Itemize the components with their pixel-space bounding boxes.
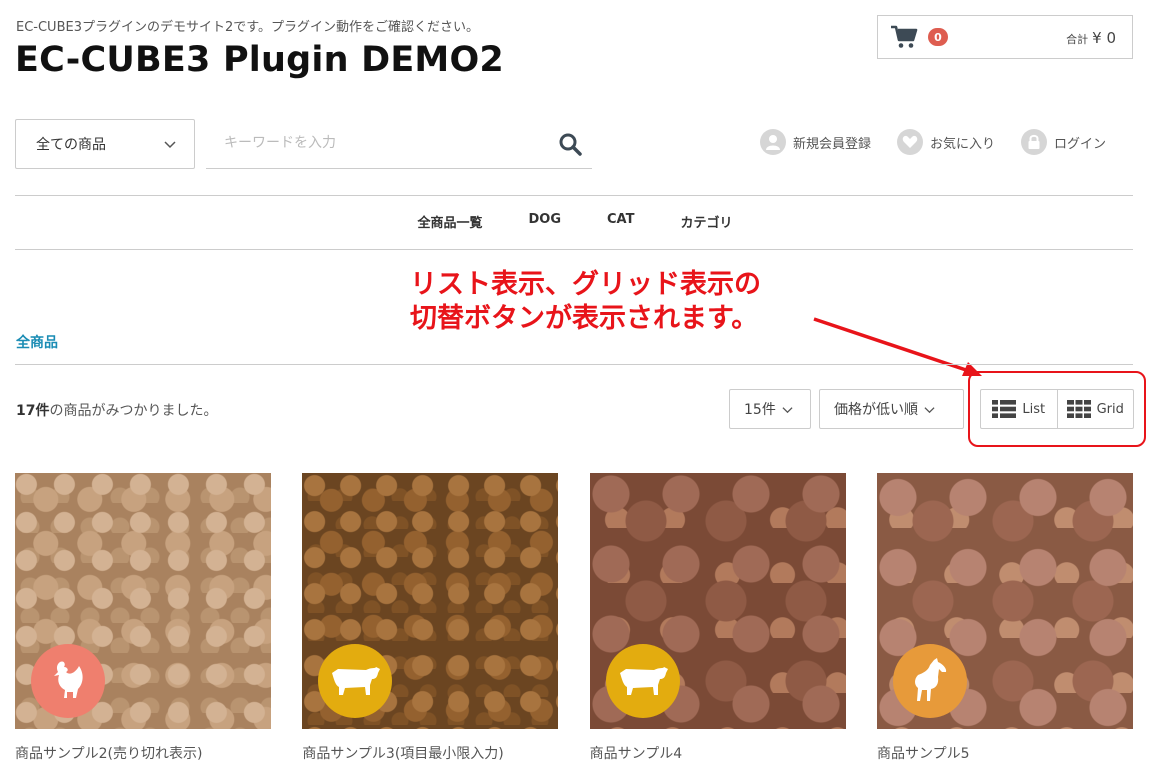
- heart-icon: [897, 129, 924, 155]
- result-count: 17件の商品がみつかりました。: [16, 400, 217, 420]
- grid-view-label: Grid: [1096, 401, 1124, 417]
- chevron-down-icon: [924, 406, 935, 413]
- signup-label: 新規会員登録: [793, 136, 872, 152]
- product-name[interactable]: 商品サンプル5: [877, 743, 1133, 760]
- divider: [15, 364, 1133, 365]
- product-card[interactable]: 商品サンプル4: [589, 473, 846, 760]
- chevron-down-icon: [164, 141, 176, 149]
- list-view-icon: [992, 400, 1017, 418]
- grid-view-icon: [1066, 400, 1091, 418]
- search-bar: [206, 119, 592, 169]
- cow-icon: [318, 644, 393, 718]
- user-icon: [760, 129, 786, 155]
- product-image[interactable]: [589, 473, 846, 729]
- login-link[interactable]: ログイン: [1021, 129, 1106, 155]
- per-page-select[interactable]: 15件: [729, 389, 811, 429]
- chicken-icon: [31, 644, 105, 718]
- annotation-line-1: リスト表示、グリッド表示の: [410, 269, 761, 300]
- grid-view-button[interactable]: Grid: [1056, 390, 1134, 428]
- site-title[interactable]: EC-CUBE3 Plugin DEMO2: [15, 40, 504, 80]
- product-image[interactable]: [15, 473, 271, 729]
- product-grid: 商品サンプル2(売り切れ表示) 商品サンプル3(項目最小限入力) 商品サンプル4…: [15, 473, 1133, 760]
- cart-total-label: 合計: [1066, 33, 1089, 46]
- nav-item-all-products[interactable]: 全商品一覧: [417, 212, 482, 231]
- annotation-line-2: 切替ボタンが表示されます。: [410, 303, 759, 334]
- annotation-text: リスト表示、グリッド表示の 切替ボタンが表示されます。: [410, 268, 761, 336]
- annotation-arrow-icon: [813, 317, 982, 376]
- signup-link[interactable]: 新規会員登録: [760, 129, 871, 155]
- cart-total-amount: ¥ 0: [1092, 29, 1116, 47]
- nav-item-cat[interactable]: CAT: [607, 212, 634, 231]
- product-card[interactable]: 商品サンプル2(売り切れ表示): [15, 473, 271, 760]
- list-view-button[interactable]: List: [981, 390, 1057, 428]
- product-card[interactable]: 商品サンプル3(項目最小限入力): [302, 473, 559, 760]
- nav-item-dog[interactable]: DOG: [529, 212, 562, 231]
- search-input[interactable]: [206, 119, 546, 167]
- divider: [15, 249, 1133, 250]
- product-name[interactable]: 商品サンプル4: [590, 743, 846, 760]
- per-page-value: 15件: [744, 402, 776, 418]
- cart-total: 合計 ¥ 0: [1066, 29, 1116, 47]
- horse-icon: [892, 644, 967, 718]
- product-image[interactable]: [876, 473, 1133, 729]
- product-card[interactable]: 商品サンプル5: [876, 473, 1133, 760]
- result-count-number: 17件: [16, 403, 50, 419]
- product-image[interactable]: [302, 473, 559, 729]
- search-icon[interactable]: [558, 132, 582, 156]
- header-links: 新規会員登録 お気に入り ログイン: [760, 129, 1106, 155]
- login-label: ログイン: [1054, 136, 1107, 152]
- cart-button[interactable]: 0 合計 ¥ 0: [877, 15, 1133, 59]
- list-view-label: List: [1022, 401, 1046, 417]
- favorites-link[interactable]: お気に入り: [897, 129, 995, 155]
- nav-item-category[interactable]: カテゴリ: [680, 212, 732, 231]
- cart-count-badge: 0: [928, 28, 948, 46]
- cow-icon: [605, 644, 680, 718]
- breadcrumb[interactable]: 全商品: [16, 332, 58, 352]
- chevron-down-icon: [782, 406, 793, 413]
- category-select[interactable]: 全ての商品: [15, 119, 195, 169]
- product-name[interactable]: 商品サンプル3(項目最小限入力): [302, 743, 558, 760]
- lock-icon: [1021, 129, 1048, 155]
- favorites-label: お気に入り: [930, 136, 996, 152]
- view-toggle: List Grid: [980, 389, 1134, 429]
- cart-icon: [891, 25, 918, 48]
- sort-select[interactable]: 価格が低い順: [819, 389, 964, 429]
- sort-value: 価格が低い順: [834, 402, 918, 418]
- category-select-value: 全ての商品: [36, 137, 106, 153]
- divider: [15, 195, 1133, 196]
- main-nav: 全商品一覧 DOG CAT カテゴリ: [0, 212, 1150, 231]
- result-count-suffix: の商品がみつかりました。: [49, 403, 218, 419]
- site-tagline: EC-CUBE3プラグインのデモサイト2です。プラグイン動作をご確認ください。: [16, 20, 479, 35]
- product-name[interactable]: 商品サンプル2(売り切れ表示): [15, 743, 271, 760]
